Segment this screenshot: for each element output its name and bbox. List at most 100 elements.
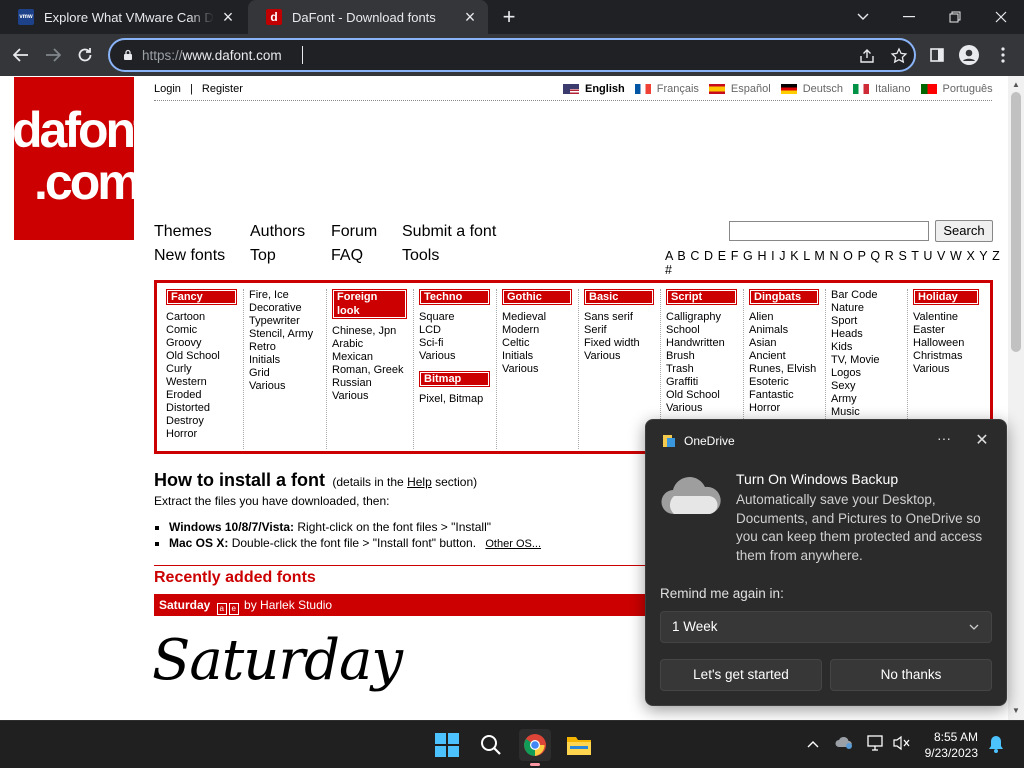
- category-link[interactable]: Valentine: [913, 311, 985, 324]
- category-link[interactable]: Runes, Elvish: [749, 363, 825, 376]
- help-link[interactable]: Help: [407, 475, 432, 489]
- nav-forum[interactable]: Forum: [331, 223, 377, 241]
- category-link[interactable]: Square: [419, 311, 496, 324]
- category-link[interactable]: LCD: [419, 324, 496, 337]
- category-link[interactable]: Roman, Greek: [332, 364, 413, 377]
- menu-kebab-icon[interactable]: [990, 42, 1016, 68]
- category-heading[interactable]: Techno: [419, 289, 490, 305]
- category-link[interactable]: Easter: [913, 324, 985, 337]
- address-bar[interactable]: https://www.dafont.com: [108, 38, 916, 72]
- category-link[interactable]: Old School: [666, 389, 743, 402]
- network-icon[interactable]: [866, 735, 886, 755]
- nav-new-fonts[interactable]: New fonts: [154, 247, 225, 265]
- scroll-thumb[interactable]: [1011, 92, 1021, 352]
- tab-vmware[interactable]: vmw Explore What VMware Can Do for ×: [0, 0, 246, 34]
- category-heading[interactable]: Holiday: [913, 289, 979, 305]
- bookmark-star-icon[interactable]: [890, 47, 908, 65]
- remind-interval-select[interactable]: 1 Week: [660, 611, 992, 643]
- category-link[interactable]: Chinese, Jpn: [332, 325, 413, 338]
- get-started-button[interactable]: Let's get started: [660, 659, 822, 691]
- forward-arrow-icon[interactable]: [40, 42, 66, 68]
- category-heading[interactable]: Foreign look: [332, 289, 407, 319]
- system-clock[interactable]: 8:55 AM 9/23/2023: [912, 729, 978, 761]
- category-link[interactable]: Various: [502, 363, 578, 376]
- share-icon[interactable]: [858, 47, 876, 65]
- scroll-up-icon[interactable]: ▲: [1012, 80, 1020, 89]
- font-author-link[interactable]: by Harlek Studio: [244, 598, 332, 612]
- no-thanks-button[interactable]: No thanks: [830, 659, 992, 691]
- category-heading[interactable]: Bitmap: [419, 371, 490, 387]
- category-link[interactable]: Typewriter: [249, 315, 326, 328]
- category-link[interactable]: Army: [831, 393, 907, 406]
- category-link[interactable]: Russian: [332, 377, 413, 390]
- search-input[interactable]: [729, 221, 929, 241]
- close-icon[interactable]: ✕: [972, 430, 992, 450]
- category-link[interactable]: Nature: [831, 302, 907, 315]
- category-link[interactable]: Curly: [166, 363, 243, 376]
- category-heading[interactable]: Script: [666, 289, 737, 305]
- category-link[interactable]: Comic: [166, 324, 243, 337]
- category-link[interactable]: Animals: [749, 324, 825, 337]
- url-text[interactable]: https://www.dafont.com: [142, 48, 282, 63]
- more-options-icon[interactable]: ···: [934, 430, 954, 446]
- register-link[interactable]: Register: [202, 83, 243, 95]
- category-link[interactable]: Stencil, Army: [249, 328, 326, 341]
- font-name-link[interactable]: Saturday: [159, 598, 210, 612]
- onedrive-tray-icon[interactable]: [834, 735, 854, 755]
- close-tab-icon[interactable]: ×: [220, 8, 236, 26]
- profile-avatar-icon[interactable]: [956, 42, 982, 68]
- category-link[interactable]: Sans serif: [584, 311, 660, 324]
- lang-french[interactable]: Français: [634, 83, 699, 95]
- category-link[interactable]: Ancient: [749, 350, 825, 363]
- tab-search-chevron-icon[interactable]: [840, 0, 886, 34]
- login-link[interactable]: Login: [154, 83, 181, 95]
- category-link[interactable]: Initials: [502, 350, 578, 363]
- category-link[interactable]: Heads: [831, 328, 907, 341]
- category-link[interactable]: Various: [913, 363, 985, 376]
- category-link[interactable]: School: [666, 324, 743, 337]
- font-preview[interactable]: Saturday: [152, 628, 403, 693]
- lang-english[interactable]: English: [563, 83, 625, 95]
- font-title-bar[interactable]: Saturday ae by Harlek Studio: [154, 594, 664, 616]
- nav-faq[interactable]: FAQ: [331, 247, 363, 265]
- search-icon[interactable]: [475, 729, 507, 761]
- category-heading[interactable]: Dingbats: [749, 289, 819, 305]
- category-link[interactable]: Logos: [831, 367, 907, 380]
- category-link[interactable]: Retro: [249, 341, 326, 354]
- notification-bell-icon[interactable]: [986, 735, 1006, 755]
- category-link[interactable]: Initials: [249, 354, 326, 367]
- category-link[interactable]: Various: [584, 350, 660, 363]
- page-scrollbar[interactable]: ▲ ▼: [1008, 76, 1024, 720]
- category-link[interactable]: Halloween: [913, 337, 985, 350]
- nav-authors[interactable]: Authors: [250, 223, 305, 241]
- back-arrow-icon[interactable]: [8, 42, 34, 68]
- category-link[interactable]: Asian: [749, 337, 825, 350]
- close-tab-icon[interactable]: ×: [462, 8, 478, 26]
- chrome-taskbar-icon[interactable]: [519, 729, 551, 766]
- nav-themes[interactable]: Themes: [154, 223, 212, 241]
- category-link[interactable]: Various: [249, 380, 326, 393]
- category-link[interactable]: Graffiti: [666, 376, 743, 389]
- category-heading[interactable]: Gothic: [502, 289, 572, 305]
- category-link[interactable]: Eroded: [166, 389, 243, 402]
- category-link[interactable]: Celtic: [502, 337, 578, 350]
- category-link[interactable]: Distorted: [166, 402, 243, 415]
- side-panel-icon[interactable]: [924, 42, 950, 68]
- category-link[interactable]: Sport: [831, 315, 907, 328]
- category-link[interactable]: Destroy: [166, 415, 243, 428]
- category-link[interactable]: Fire, Ice: [249, 289, 326, 302]
- reload-icon[interactable]: [72, 42, 98, 68]
- dafont-logo[interactable]: dafont .com: [12, 77, 150, 240]
- nav-tools[interactable]: Tools: [402, 247, 439, 265]
- windows-start-icon[interactable]: [431, 729, 463, 761]
- category-link[interactable]: Various: [332, 390, 413, 403]
- show-hidden-icons-chevron-icon[interactable]: [803, 735, 823, 755]
- category-link[interactable]: Sci-fi: [419, 337, 496, 350]
- category-link[interactable]: Cartoon: [166, 311, 243, 324]
- volume-muted-icon[interactable]: [891, 735, 911, 755]
- category-link[interactable]: Various: [666, 402, 743, 415]
- category-link[interactable]: Alien: [749, 311, 825, 324]
- new-tab-icon[interactable]: +: [498, 6, 520, 28]
- category-link[interactable]: Various: [419, 350, 496, 363]
- category-link[interactable]: Decorative: [249, 302, 326, 315]
